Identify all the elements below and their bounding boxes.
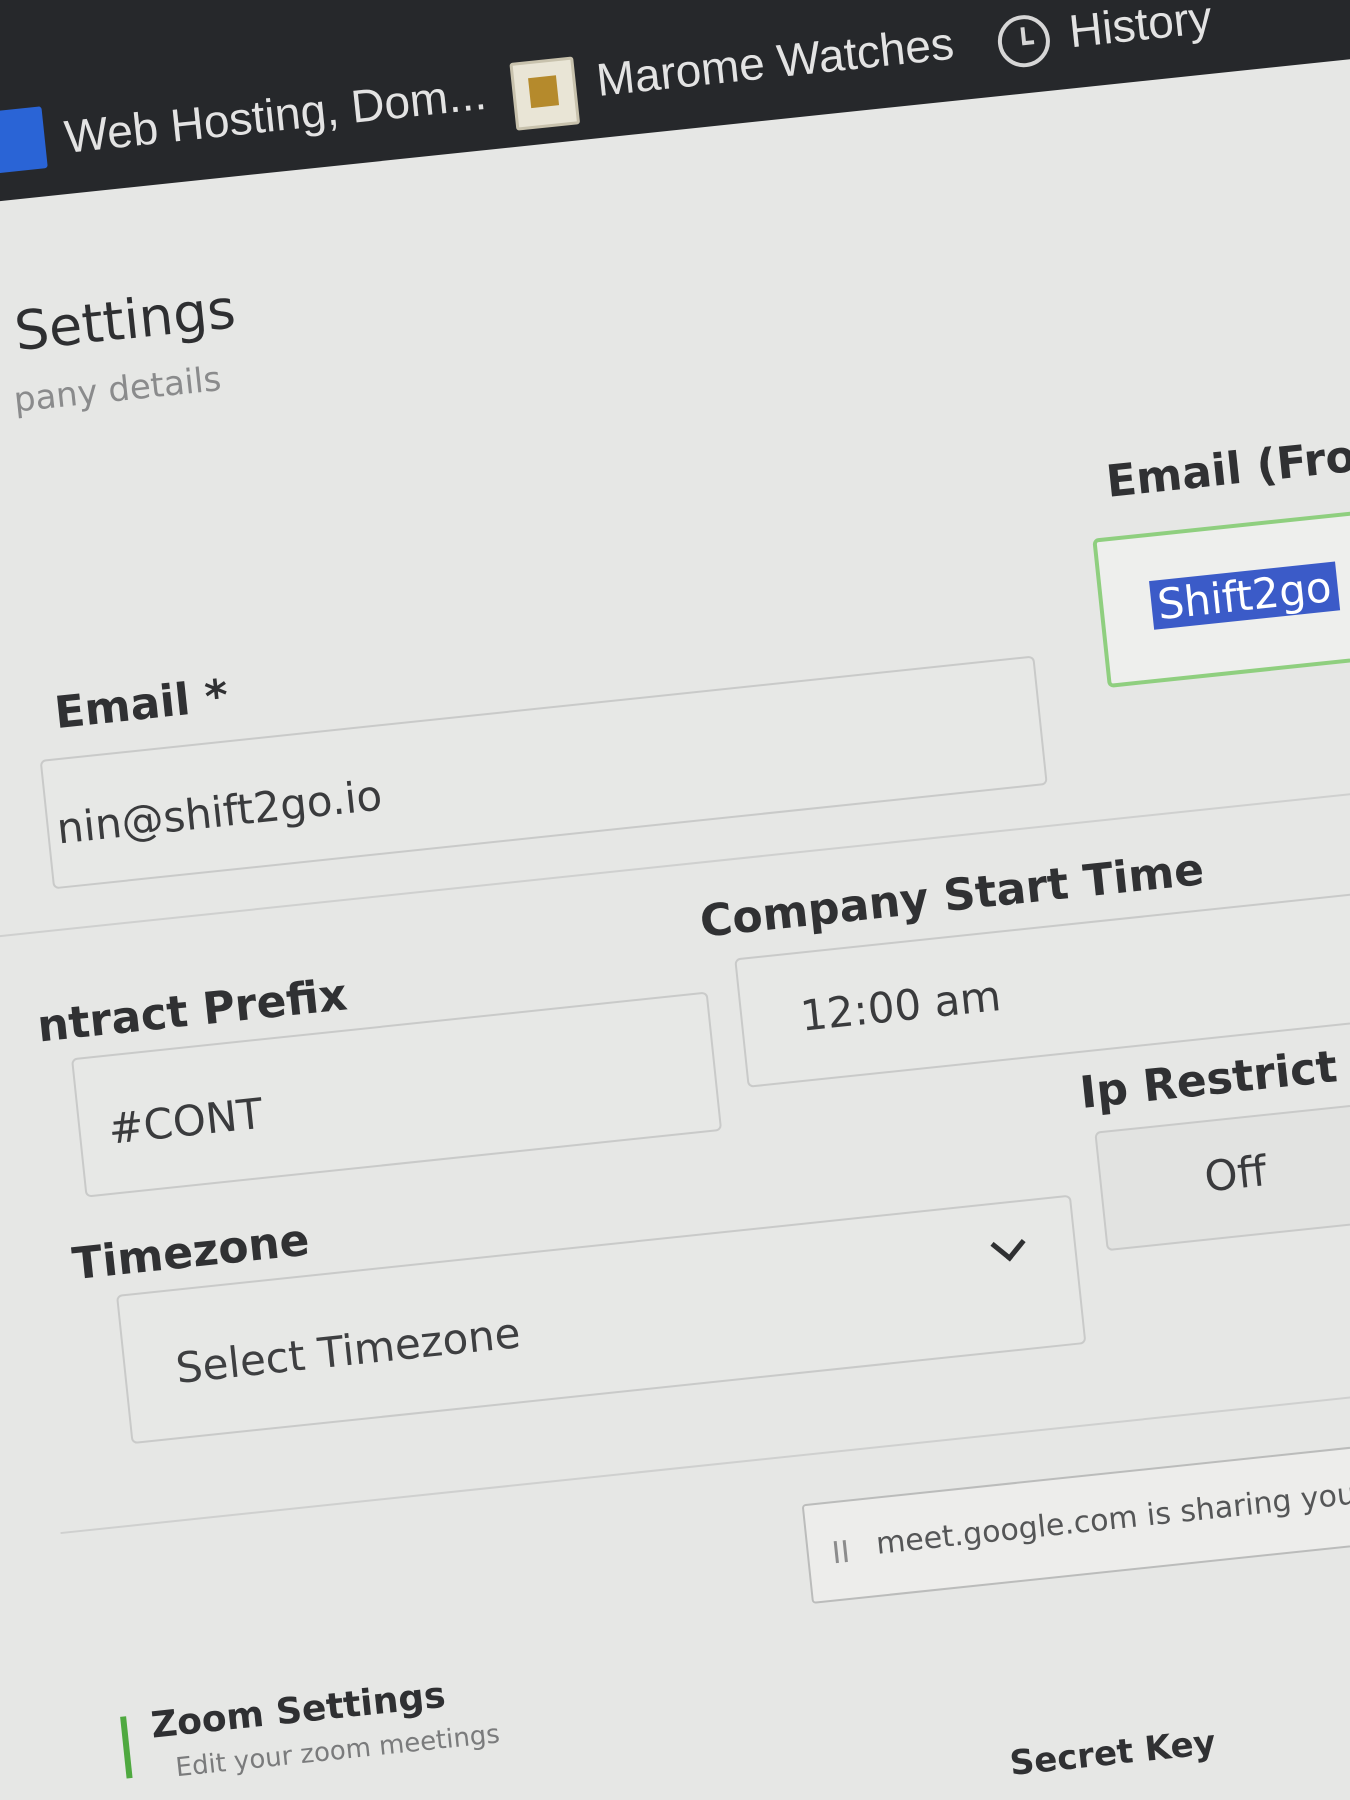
browser-window: Web Hosting, Dom... Marome Watches Histo… (0, 0, 1350, 1800)
page-canvas: Web Hosting, Dom... Marome Watches Histo… (0, 0, 1350, 1790)
bookmark-web-hosting[interactable]: Web Hosting, Dom... (62, 66, 489, 164)
section-accent-bar (120, 1716, 133, 1779)
web-hosting-favicon (0, 106, 48, 174)
bookmark-history[interactable]: History (1066, 0, 1214, 58)
email-from-label: Email (Fron (1103, 427, 1350, 508)
history-icon[interactable] (995, 12, 1053, 70)
email-label: Email * (52, 670, 231, 740)
ip-restrict-label: Ip Restrict (1077, 1041, 1340, 1119)
page-subtitle: pany details (11, 359, 224, 421)
page-title: Settings (11, 277, 239, 364)
ip-restrict-value: Off (1202, 1146, 1269, 1202)
secret-key-label: Secret Key (1007, 1722, 1218, 1784)
bookmark-marome-watches[interactable]: Marome Watches (594, 16, 956, 107)
marome-favicon (509, 56, 581, 131)
screen-share-notice: meet.google.com is sharing you (801, 1424, 1350, 1604)
bookmark-bar: Web Hosting, Dom... Marome Watches Histo… (0, 0, 1350, 214)
share-notice-text: meet.google.com is sharing you (874, 1476, 1350, 1562)
pause-icon[interactable] (833, 1540, 848, 1564)
